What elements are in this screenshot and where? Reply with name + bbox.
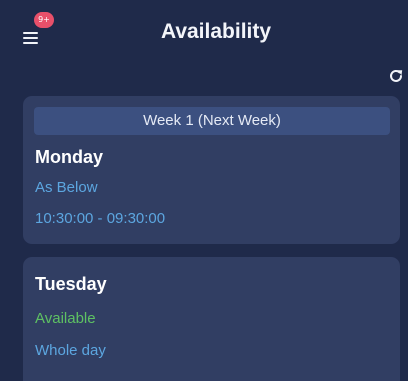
page-title: Availability <box>160 20 272 43</box>
app-screen: 9+ Availability Week 1 (Next Week) Monda… <box>0 0 408 381</box>
availability-time: Whole day <box>35 342 106 359</box>
day-name: Tuesday <box>35 274 107 294</box>
availability-status: Available <box>35 310 96 327</box>
week-header: Week 1 (Next Week) <box>34 107 390 135</box>
availability-time: 10:30:00 - 09:30:00 <box>35 210 166 227</box>
refresh-icon-graphic <box>390 69 403 82</box>
availability-card-monday[interactable]: Week 1 (Next Week) Monday As Below 10:30… <box>23 96 400 244</box>
availability-status: As Below <box>35 179 98 196</box>
top-bar: 9+ Availability <box>0 0 408 64</box>
refresh-icon[interactable] <box>387 67 405 85</box>
availability-card-tuesday[interactable]: Tuesday Available Whole day <box>23 257 400 381</box>
day-name: Monday <box>35 147 104 167</box>
